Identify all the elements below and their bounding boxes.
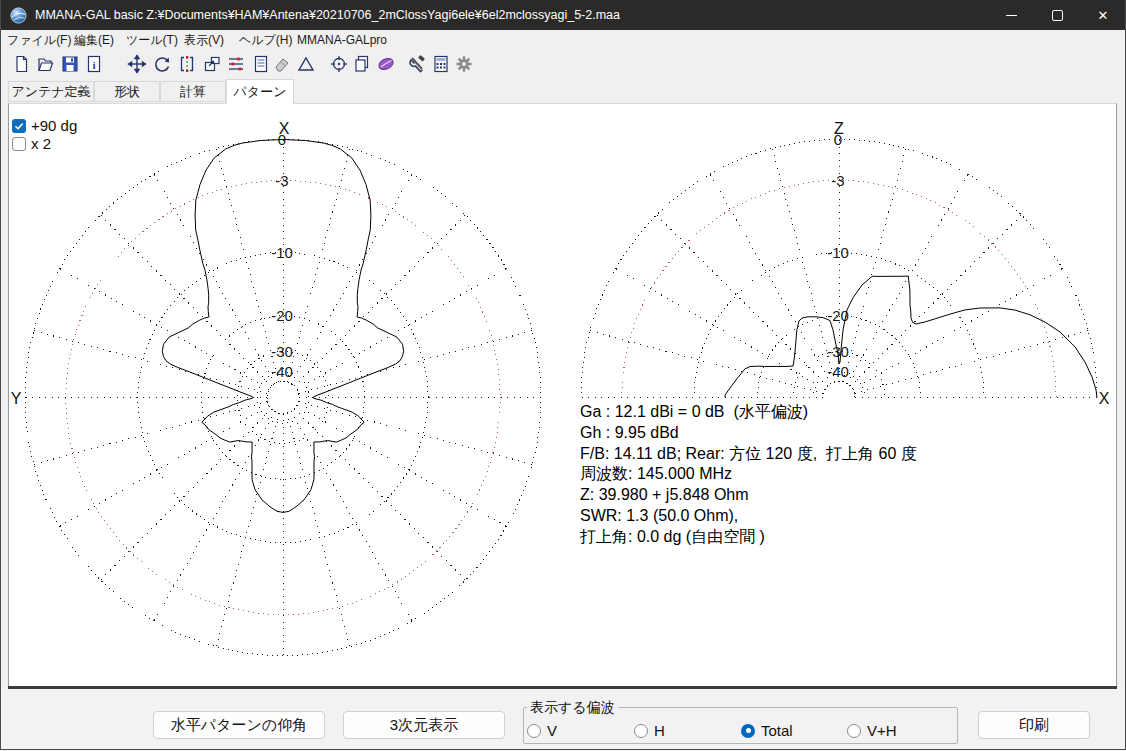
- checkbox-x-2[interactable]: x 2: [12, 135, 51, 152]
- radio-V+H[interactable]: V+H: [847, 722, 897, 739]
- svg-text:-10: -10: [827, 244, 849, 261]
- axis-label-X: X: [279, 120, 290, 137]
- checkbox-+90-dg[interactable]: +90 dg: [12, 117, 77, 134]
- svg-text:-40: -40: [271, 363, 293, 380]
- radio-H[interactable]: H: [634, 722, 665, 739]
- svg-text:-20: -20: [271, 307, 293, 324]
- axis-label-Z: Z: [834, 120, 844, 137]
- svg-text:-30: -30: [271, 343, 293, 360]
- radio-Total[interactable]: Total: [741, 722, 793, 739]
- axis-label-Y: Y: [11, 390, 22, 407]
- footer-bar: 水平パターンの仰角 3次元表示 表示する偏波 V H Total V+H 印刷: [0, 689, 1126, 751]
- tab-パターン[interactable]: パターン: [226, 79, 294, 104]
- polarization-groupbox: 表示する偏波 VHTotalV+H: [523, 707, 958, 744]
- svg-text:-3: -3: [831, 172, 844, 189]
- ring-labels: 0-3-10-20-30-40: [271, 131, 293, 380]
- elevation-pattern-curve: [725, 276, 1097, 397]
- azimuth-pattern-curve: [162, 140, 403, 513]
- print-button[interactable]: 印刷: [978, 711, 1090, 739]
- polar-plots: 0-3-10-20-30-400-3-10-20-30-40XYZX: [0, 0, 1126, 751]
- ring-labels: 0-3-10-20-30-40: [827, 131, 849, 380]
- axis-label-X: X: [1099, 390, 1110, 407]
- view-3d-button[interactable]: 3次元表示: [343, 711, 505, 739]
- polarization-group-label: 表示する偏波: [527, 699, 618, 717]
- svg-text:-40: -40: [827, 363, 849, 380]
- svg-text:-3: -3: [275, 172, 288, 189]
- horizontal-pattern-elevation-button[interactable]: 水平パターンの仰角: [153, 711, 325, 739]
- radio-V[interactable]: V: [527, 722, 557, 739]
- result-info: Ga : 12.1 dBi = 0 dB (水平偏波)Gh : 9.95 dBd…: [580, 402, 917, 548]
- svg-text:-10: -10: [271, 244, 293, 261]
- polar-grid-azimuth: [25, 140, 541, 656]
